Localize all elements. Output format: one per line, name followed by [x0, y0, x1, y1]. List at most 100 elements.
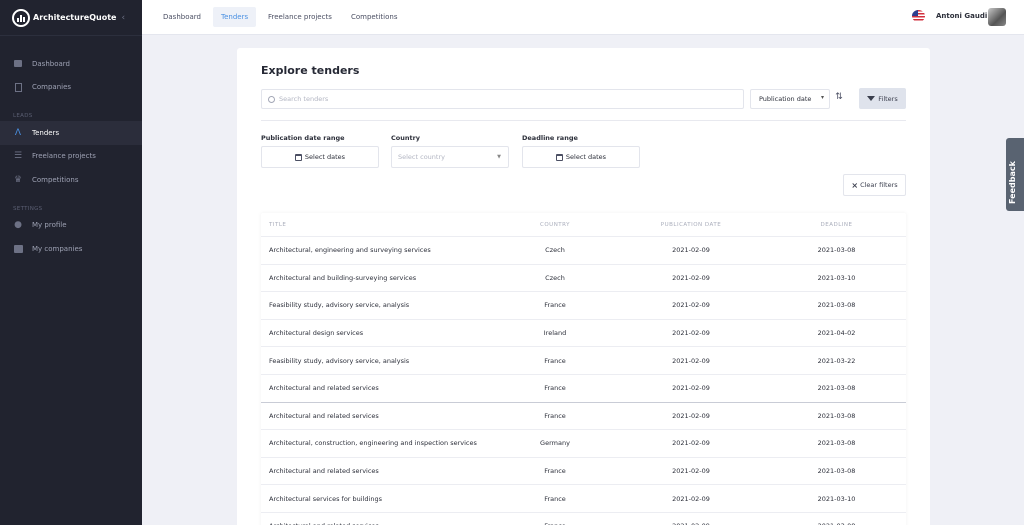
table-row[interactable]: Architectural services for buildings Fran…: [261, 485, 906, 513]
chevron-left-icon[interactable]: ‹: [121, 13, 125, 23]
cell-publication-date: 2021-02-09: [672, 384, 710, 393]
filters-button[interactable]: Filters: [859, 88, 906, 109]
cell-title: Architectural, engineering and surveying…: [269, 246, 431, 255]
sidebar-item-my-profile[interactable]: ● My profile: [0, 214, 142, 238]
cell-title: Architectural and building-surveying ser…: [269, 273, 417, 282]
tab-tenders[interactable]: Tenders: [213, 7, 257, 27]
cell-deadline: 2021-03-10: [817, 494, 856, 503]
cell-deadline: 2021-03-08: [817, 467, 856, 476]
cell-country: Czech: [545, 273, 565, 282]
sidebar-item-label: My companies: [32, 244, 83, 253]
sidebar-item-freelance-projects[interactable]: ☰ Freelance projects: [0, 145, 142, 169]
column-header-country[interactable]: COUNTRY: [495, 222, 615, 228]
close-icon: ×: [851, 180, 859, 190]
sidebar-item-label: Competitions: [32, 175, 79, 184]
sort-direction-icon[interactable]: ⇅: [832, 92, 846, 106]
cell-deadline: 2021-03-08: [817, 246, 856, 255]
table-row[interactable]: Architectural and related servicesFrance…: [261, 458, 906, 486]
sidebar-item-dashboard[interactable]: Dashboard: [0, 52, 142, 76]
sidebar-section-leads: LEADS: [13, 113, 33, 119]
briefcase-icon: [13, 244, 23, 254]
publication-date-range-picker[interactable]: Select dates: [261, 146, 379, 168]
trophy-icon: ♛: [13, 174, 23, 185]
user-icon: ●: [14, 220, 22, 231]
table-row[interactable]: Feasibility study, advisory service, ana…: [261, 347, 906, 375]
cell-publication-date: 2021-02-09: [672, 246, 710, 255]
cell-country: Ireland: [543, 329, 567, 338]
sidebar-item-label: Companies: [32, 83, 72, 92]
publication-date-range-value: Select dates: [304, 153, 346, 161]
building-icon: [13, 82, 23, 92]
tab-freelance-projects[interactable]: Freelance projects: [260, 7, 340, 27]
country-select[interactable]: Select country ▼: [391, 146, 509, 168]
clear-filters-label: Clear filters: [860, 181, 898, 189]
cell-publication-date: 2021-02-09: [672, 273, 710, 282]
column-header-publication-date[interactable]: PUBLICATION DATE: [615, 222, 767, 228]
cell-publication-date: 2021-02-09: [672, 411, 710, 420]
architecture-icon: Ʌ: [14, 127, 22, 138]
country-select-placeholder: Select country: [398, 153, 445, 161]
column-header-deadline[interactable]: DEADLINE: [767, 222, 906, 228]
sort-select-value: Publication date: [759, 95, 812, 103]
tab-dashboard[interactable]: Dashboard: [155, 7, 209, 27]
table-row[interactable]: Architectural and related servicesFrance…: [261, 513, 906, 525]
table-row[interactable]: Architectural and building-surveying ser…: [261, 265, 906, 293]
cell-title: Architectural and related services: [269, 411, 379, 420]
sidebar-section-settings: SETTINGS: [13, 205, 43, 212]
user-name[interactable]: Antoni Gaudi: [936, 12, 987, 20]
tenders-table: TITLE COUNTRY PUBLICATION DATE DEADLINE …: [261, 213, 906, 525]
filters-button-label: Filters: [878, 94, 898, 103]
feedback-tab[interactable]: Feedback: [1006, 138, 1024, 211]
search-input[interactable]: [279, 95, 719, 103]
tenders-card: Explore tenders Publication date ▾ ⇅ Fil…: [237, 48, 930, 525]
search-box[interactable]: [261, 89, 744, 109]
deadline-range-picker[interactable]: Select dates: [522, 146, 640, 168]
top-navigation: Dashboard Tenders Freelance projects Com…: [142, 0, 1024, 35]
feedback-label: Feedback: [1008, 161, 1017, 204]
cell-title: Architectural services for buildings: [269, 494, 382, 503]
table-row[interactable]: Feasibility study, advisory service, ana…: [261, 292, 906, 320]
sidebar-item-my-companies[interactable]: My companies: [0, 237, 142, 261]
cell-publication-date: 2021-02-09: [672, 329, 710, 338]
cell-country: France: [544, 356, 566, 365]
cell-publication-date: 2021-02-09: [672, 467, 710, 476]
clear-filters-button[interactable]: × Clear filters: [843, 174, 906, 196]
cell-title: Feasibility study, advisory service, ana…: [269, 301, 410, 310]
column-header-title[interactable]: TITLE: [261, 222, 495, 228]
list-icon: ☰: [13, 151, 23, 162]
logo[interactable]: ArchitectureQuote ‹: [0, 0, 142, 36]
sidebar-item-companies[interactable]: Companies: [0, 76, 142, 100]
tab-competitions[interactable]: Competitions: [343, 7, 405, 27]
logo-icon: [12, 8, 30, 27]
cell-deadline: 2021-03-22: [817, 356, 856, 365]
calendar-icon: [294, 153, 302, 161]
cell-country: France: [544, 494, 566, 503]
cell-country: Czech: [545, 246, 565, 255]
sidebar-item-label: Freelance projects: [32, 152, 96, 161]
divider: [261, 120, 906, 121]
publication-date-range-label: Publication date range: [261, 134, 345, 142]
logo-text: ArchitectureQuote: [33, 13, 117, 22]
sidebar: ArchitectureQuote ‹ Dashboard Companies …: [0, 0, 142, 525]
cell-title: Feasibility study, advisory service, ana…: [269, 356, 410, 365]
sort-select[interactable]: Publication date ▾: [750, 89, 830, 109]
us-flag-icon[interactable]: [912, 10, 925, 22]
cell-country: Germany: [540, 439, 570, 448]
table-row[interactable]: Architectural, engineering and surveying…: [261, 237, 906, 265]
sidebar-item-tenders[interactable]: Ʌ Tenders: [0, 121, 142, 145]
table-row[interactable]: Architectural and related servicesFrance…: [261, 403, 906, 431]
table-row[interactable]: Architectural design services Ireland 2021…: [261, 320, 906, 348]
cell-deadline: 2021-03-08: [817, 439, 856, 448]
table-row[interactable]: Architectural and related servicesFrance…: [261, 375, 906, 403]
avatar[interactable]: [988, 8, 1006, 26]
page-title: Explore tenders: [261, 64, 360, 77]
sidebar-item-competitions[interactable]: ♛ Competitions: [0, 168, 142, 192]
country-label: Country: [391, 134, 421, 142]
calendar-icon: [555, 153, 563, 161]
cell-publication-date: 2021-02-09: [672, 494, 710, 503]
table-row[interactable]: Architectural, construction, engineering…: [261, 430, 906, 458]
cell-deadline: 2021-04-02: [817, 329, 856, 338]
sidebar-item-label: Dashboard: [32, 59, 70, 68]
cell-title: Architectural and related services: [269, 384, 379, 393]
cell-publication-date: 2021-02-09: [672, 356, 710, 365]
